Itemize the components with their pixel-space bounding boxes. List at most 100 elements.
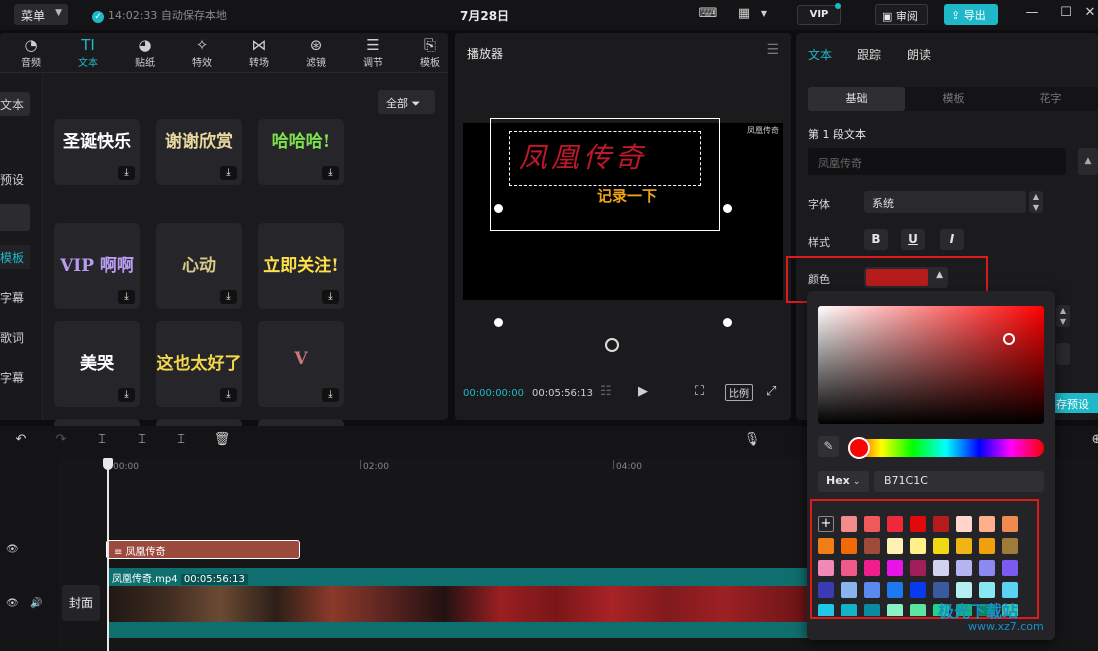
undo-icon[interactable]: ↶: [12, 432, 30, 450]
sidebar-item-caption-2[interactable]: 字幕: [0, 365, 30, 389]
save-preset-button[interactable]: 存预设: [1051, 393, 1098, 413]
color-swatch[interactable]: [910, 582, 926, 598]
color-swatch[interactable]: [818, 604, 834, 616]
color-swatch[interactable]: [910, 604, 926, 616]
export-button[interactable]: ⇪ 导出: [944, 4, 998, 25]
template-tile[interactable]: V ⤓: [258, 321, 344, 407]
color-swatch[interactable]: [910, 560, 926, 576]
template-tile[interactable]: 立即关注! ⤓: [258, 223, 344, 309]
template-tile[interactable]: 美哭 ⤓: [54, 321, 140, 407]
menu-button[interactable]: 菜单 ▼: [14, 4, 68, 25]
color-swatch[interactable]: [956, 538, 972, 554]
italic-button[interactable]: I: [940, 229, 964, 250]
resize-handle-tr[interactable]: [723, 204, 732, 213]
underline-button[interactable]: U: [901, 229, 925, 250]
download-icon[interactable]: ⤓: [220, 166, 237, 180]
download-icon[interactable]: ⤓: [322, 388, 339, 402]
color-swatch[interactable]: [1002, 582, 1018, 598]
font-stepper[interactable]: ▲ ▼: [1029, 191, 1043, 213]
color-swatch[interactable]: [956, 582, 972, 598]
download-icon[interactable]: ⤓: [220, 388, 237, 402]
tab-sticker[interactable]: ◕ 贴纸: [125, 36, 165, 69]
tab-text[interactable]: TI 文本: [68, 36, 108, 69]
download-icon[interactable]: ⤓: [322, 166, 339, 180]
color-swatch[interactable]: [818, 538, 834, 554]
eyedropper-icon[interactable]: ✎: [818, 436, 839, 457]
split-right-icon[interactable]: ⌶: [172, 432, 190, 450]
resize-handle-tl[interactable]: [494, 204, 503, 213]
sidebar-item-text[interactable]: 文本: [0, 92, 30, 116]
close-icon[interactable]: ✕: [1080, 5, 1098, 25]
hex-input[interactable]: B71C1C: [874, 471, 1044, 492]
menu-icon[interactable]: ☰: [766, 42, 779, 58]
tab-transition[interactable]: ⋈ 转场: [239, 36, 279, 69]
template-tile[interactable]: 这也太好了 ⤓: [156, 321, 242, 407]
color-swatch[interactable]: [956, 560, 972, 576]
segment-fancy-text[interactable]: 花字: [1002, 87, 1098, 111]
tab-tracking[interactable]: 跟踪: [857, 46, 881, 63]
tab-reading[interactable]: 朗读: [907, 46, 931, 63]
rotate-icon[interactable]: [605, 338, 619, 352]
color-swatch[interactable]: [933, 538, 949, 554]
playhead[interactable]: [107, 460, 109, 651]
color-swatch[interactable]: [887, 538, 903, 554]
split-left-icon[interactable]: ⌶: [133, 432, 151, 450]
hue-slider[interactable]: [848, 439, 1044, 457]
download-icon[interactable]: ⤓: [118, 166, 135, 180]
color-swatch[interactable]: [1002, 516, 1018, 532]
template-tile[interactable]: 哈哈哈! ⤓: [258, 119, 344, 185]
color-swatch[interactable]: [979, 582, 995, 598]
add-swatch-button[interactable]: +: [818, 516, 834, 532]
sidebar-item-preset[interactable]: 预设: [0, 167, 30, 191]
color-swatch[interactable]: [887, 516, 903, 532]
microphone-icon[interactable]: 🎙: [743, 432, 761, 450]
color-swatch[interactable]: [841, 538, 857, 554]
color-swatch[interactable]: [841, 582, 857, 598]
text-content-input[interactable]: 凤凰传奇: [808, 148, 1066, 175]
color-swatch[interactable]: [956, 516, 972, 532]
color-swatch[interactable]: [818, 582, 834, 598]
color-swatch[interactable]: [841, 604, 857, 616]
tab-template[interactable]: ⎘ 模板: [410, 36, 450, 69]
download-icon[interactable]: ⤓: [118, 290, 135, 304]
text-clip[interactable]: ≡ 凤凰传奇: [106, 540, 300, 559]
eye-icon[interactable]: 👁: [6, 544, 19, 555]
play-icon[interactable]: ▶: [638, 384, 648, 399]
color-swatch[interactable]: [887, 604, 903, 616]
template-tile[interactable]: 心动 ⤓: [156, 223, 242, 309]
color-swatch[interactable]: [910, 538, 926, 554]
color-swatch[interactable]: [887, 582, 903, 598]
ratio-button[interactable]: 比例: [725, 384, 753, 401]
color-swatch[interactable]: [1002, 538, 1018, 554]
tab-filter[interactable]: ⊛ 滤镜: [296, 36, 336, 69]
segment-basic[interactable]: 基础: [808, 87, 905, 111]
color-swatch[interactable]: [841, 516, 857, 532]
stepper[interactable]: ▲ ▼: [1056, 305, 1070, 327]
color-swatch[interactable]: [979, 560, 995, 576]
zoom-icon[interactable]: ⊕: [1088, 432, 1098, 450]
sidebar-item-blank[interactable]: [0, 204, 30, 231]
tab-audio[interactable]: ◔ 音频: [11, 36, 51, 69]
color-swatch[interactable]: [1002, 560, 1018, 576]
sidebar-item-template[interactable]: 模板: [0, 245, 30, 269]
expand-icon[interactable]: ⤢: [766, 384, 776, 399]
color-swatch[interactable]: [864, 560, 880, 576]
layout-icon[interactable]: ▦: [733, 6, 755, 24]
color-swatch[interactable]: [887, 560, 903, 576]
template-tile[interactable]: VIP 啊啊 ⤓: [54, 223, 140, 309]
saturation-value-area[interactable]: [818, 306, 1044, 424]
download-icon[interactable]: ⤓: [220, 290, 237, 304]
fullscreen-focus-icon[interactable]: ⛶: [695, 384, 704, 399]
tab-text-props[interactable]: 文本: [808, 46, 832, 63]
color-swatch[interactable]: [933, 582, 949, 598]
color-swatch[interactable]: [864, 604, 880, 616]
bold-button[interactable]: B: [864, 229, 888, 250]
color-mode-select[interactable]: Hex ⌄: [818, 471, 869, 492]
list-icon[interactable]: ☷: [600, 384, 612, 399]
color-swatch[interactable]: [979, 516, 995, 532]
color-swatch[interactable]: [933, 516, 949, 532]
eye-icon[interactable]: 👁: [6, 598, 19, 609]
sidebar-item-caption[interactable]: 字幕: [0, 285, 30, 309]
hue-knob[interactable]: [848, 437, 870, 459]
filter-all-button[interactable]: 全部 ⏷: [378, 90, 435, 114]
